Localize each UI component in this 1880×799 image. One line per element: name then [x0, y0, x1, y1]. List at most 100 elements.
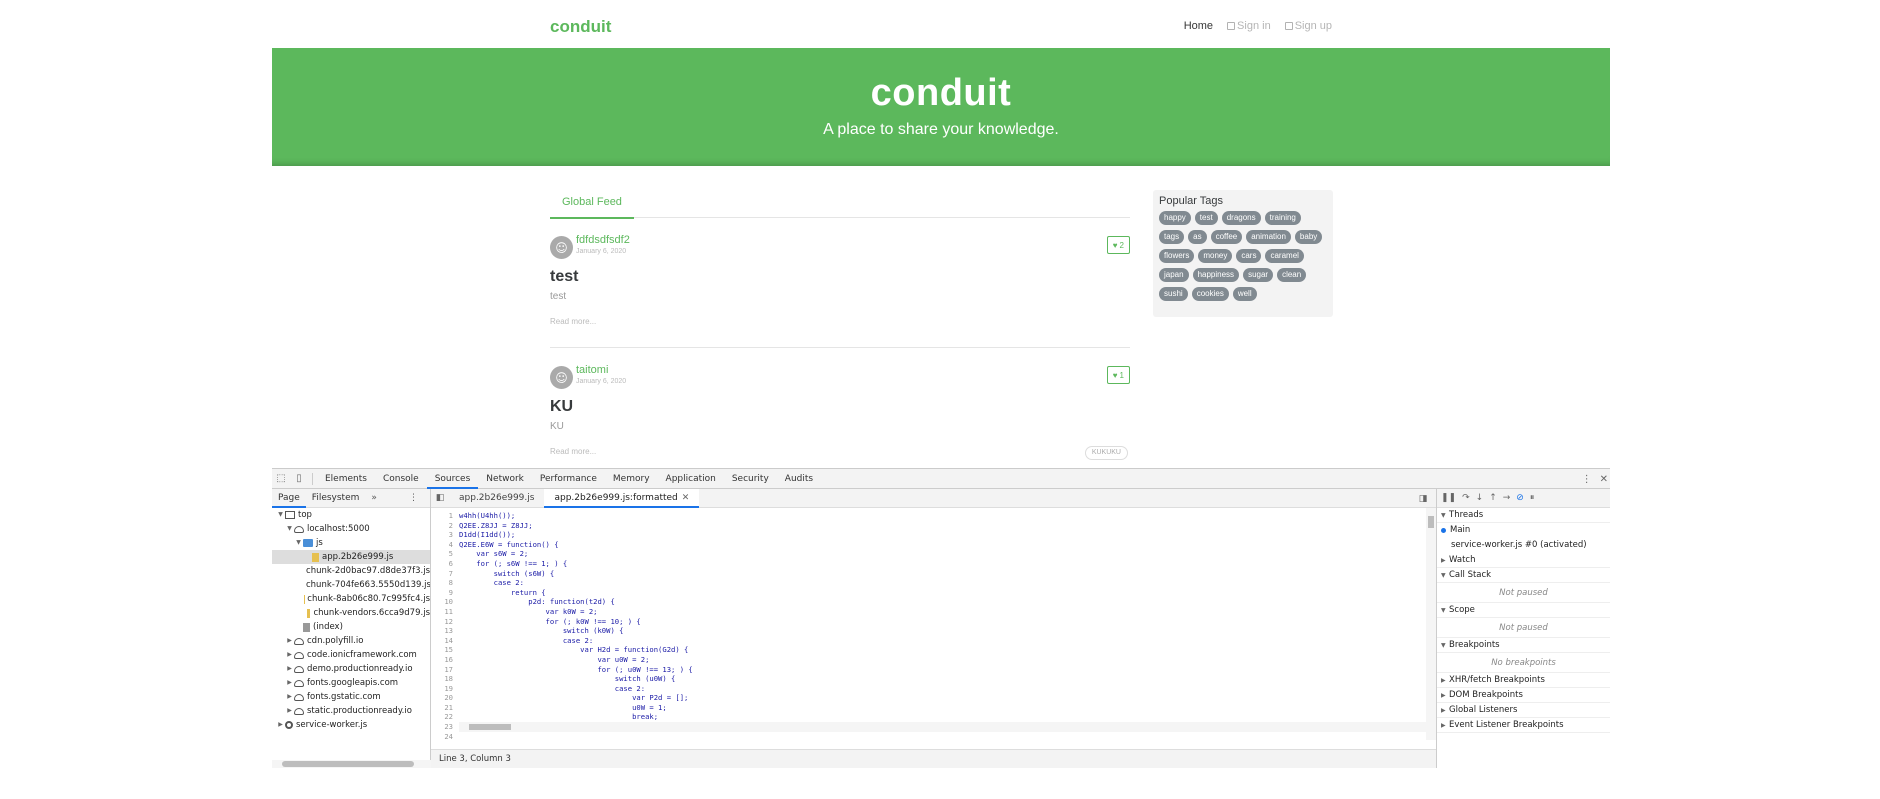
section-breakpoints[interactable]: ▼ Breakpoints — [1437, 638, 1610, 653]
tree-item[interactable]: chunk-vendors.6cca9d79.js — [272, 606, 430, 620]
tab-audits[interactable]: Audits — [777, 469, 821, 489]
collapsed-arrow-icon[interactable]: ▶ — [276, 718, 285, 732]
tag-pill[interactable]: money — [1198, 249, 1233, 263]
tag-pill[interactable]: training — [1264, 211, 1301, 225]
step-out-icon[interactable]: ↑ — [1489, 493, 1497, 503]
collapsed-arrow-icon[interactable]: ▶ — [285, 676, 294, 690]
tab-security[interactable]: Security — [724, 469, 777, 489]
tab-filesystem[interactable]: Filesystem — [306, 489, 366, 508]
inspect-element-icon[interactable]: ⬚ — [272, 469, 290, 489]
tag-pill[interactable]: dragons — [1221, 211, 1261, 225]
toggle-debugger-icon[interactable]: ◨ — [1414, 489, 1432, 508]
collapsed-arrow-icon[interactable]: ▶ — [285, 704, 294, 718]
section-threads[interactable]: ▼ Threads — [1437, 508, 1610, 523]
pause-on-exceptions-icon[interactable]: ⏸ — [1530, 493, 1535, 503]
toggle-navigator-icon[interactable]: ◧ — [431, 489, 449, 508]
tab-performance[interactable]: Performance — [532, 469, 605, 489]
tree-item[interactable]: ▶ fonts.googleapis.com — [272, 676, 430, 690]
favorite-button[interactable]: ♥ 2 — [1106, 236, 1130, 254]
tab-sources[interactable]: Sources — [426, 469, 479, 489]
device-toolbar-icon[interactable]: ▯ — [290, 469, 308, 489]
collapsed-arrow-icon[interactable]: ▶ — [285, 648, 294, 662]
tag-pill[interactable]: clean — [1277, 268, 1307, 282]
section-xhr-fetch-breakpoints[interactable]: ▶ XHR/fetch Breakpoints — [1437, 673, 1610, 688]
read-more-link[interactable]: Read more... — [550, 317, 596, 326]
tree-item[interactable]: ▶ service-worker.js — [272, 718, 430, 732]
tree-item[interactable]: ▼ localhost:5000 — [272, 522, 430, 536]
brand-logo[interactable]: conduit — [550, 17, 611, 37]
expanded-arrow-icon[interactable]: ▼ — [276, 508, 285, 522]
nav-sign-up[interactable]: Sign up — [1284, 20, 1332, 32]
tree-item[interactable]: ▼ top — [272, 508, 430, 522]
collapsed-arrow-icon[interactable]: ▶ — [285, 662, 294, 676]
code-vertical-scrollbar[interactable] — [1426, 508, 1436, 740]
editor-tab[interactable]: app.2b26e999.js — [449, 489, 544, 508]
tag-pill[interactable]: happiness — [1192, 268, 1240, 282]
tab-page[interactable]: Page — [272, 489, 306, 508]
tree-item[interactable]: ▶ cdn.polyfill.io — [272, 634, 430, 648]
tab-elements[interactable]: Elements — [317, 469, 375, 489]
article-title[interactable]: KU — [550, 398, 573, 416]
tag-pill[interactable]: tags — [1159, 230, 1185, 244]
section-dom-breakpoints[interactable]: ▶ DOM Breakpoints — [1437, 688, 1610, 703]
section-event-listener-breakpoints[interactable]: ▶ Event Listener Breakpoints — [1437, 718, 1610, 733]
tree-item[interactable]: ▶ demo.productionready.io — [272, 662, 430, 676]
scrollbar-thumb[interactable] — [469, 724, 511, 730]
tag-pill[interactable]: happy — [1159, 211, 1191, 225]
tag-pill[interactable]: caramel — [1265, 249, 1304, 263]
step-into-icon[interactable]: ↓ — [1476, 493, 1484, 503]
tab-console[interactable]: Console — [375, 469, 427, 489]
article-author[interactable]: fdfdsdfsdf2 — [576, 234, 630, 246]
code-horizontal-scrollbar[interactable] — [459, 722, 1426, 732]
editor-tab-active[interactable]: app.2b26e999.js:formatted ✕ — [544, 488, 700, 508]
tree-item[interactable]: (index) — [272, 620, 430, 634]
collapsed-arrow-icon[interactable]: ▶ — [285, 634, 294, 648]
tree-item[interactable]: app.2b26e999.js — [272, 550, 430, 564]
expanded-arrow-icon[interactable]: ▼ — [285, 522, 294, 536]
tab-global-feed[interactable]: Global Feed — [550, 190, 634, 219]
tab-network[interactable]: Network — [478, 469, 532, 489]
scrollbar-thumb[interactable] — [282, 761, 414, 767]
tree-item[interactable]: chunk-8ab06c80.7c995fc4.js — [272, 592, 430, 606]
avatar[interactable]: ☺ — [550, 236, 573, 259]
favorite-button[interactable]: ♥ 1 — [1106, 366, 1130, 384]
more-tabs-icon[interactable]: » — [365, 489, 383, 508]
code-lines[interactable]: w4hh(U4hh()); Q2EE.Z8JJ = Z8JJ; D1dd(I1dd(… — [459, 511, 693, 740]
step-over-icon[interactable]: ↷ — [1462, 493, 1470, 503]
tag-pill[interactable]: sugar — [1243, 268, 1274, 282]
tree-item[interactable]: chunk-704fe663.5550d139.js — [272, 578, 430, 592]
close-icon[interactable]: ✕ — [1600, 474, 1608, 485]
scrollbar-thumb[interactable] — [1428, 516, 1434, 528]
tag-pill[interactable]: cookies — [1191, 287, 1229, 301]
section-call-stack[interactable]: ▼ Call Stack — [1437, 568, 1610, 583]
tree-item[interactable]: ▶ code.ionicframework.com — [272, 648, 430, 662]
tree-item[interactable]: chunk-2d0bac97.d8de37f3.js — [272, 564, 430, 578]
tree-item[interactable]: ▶ fonts.gstatic.com — [272, 690, 430, 704]
tag-pill[interactable]: japan — [1159, 268, 1189, 282]
thread-item[interactable]: service-worker.js #0 (activated) — [1437, 538, 1610, 553]
tag-pill[interactable]: sushi — [1159, 287, 1188, 301]
collapsed-arrow-icon[interactable]: ▶ — [285, 690, 294, 704]
avatar[interactable]: ☺ — [550, 366, 573, 389]
tree-item[interactable]: ▶ static.productionready.io — [272, 704, 430, 718]
tag-pill[interactable]: flowers — [1159, 249, 1195, 263]
tag-pill[interactable]: baby — [1294, 230, 1323, 244]
pause-icon[interactable]: ❚❚ — [1441, 493, 1456, 503]
article-tag[interactable]: KUKUKU — [1084, 446, 1128, 460]
tag-pill[interactable]: coffee — [1210, 230, 1243, 244]
code-area[interactable]: 1234567891011121314151617181920212223242… — [431, 508, 1436, 740]
more-options-icon[interactable]: ⋮ — [1582, 474, 1592, 485]
step-icon[interactable]: → — [1503, 493, 1511, 503]
tag-pill[interactable]: cars — [1236, 249, 1262, 263]
tag-pill[interactable]: as — [1188, 230, 1207, 244]
thread-item[interactable]: Main — [1437, 523, 1610, 538]
deactivate-breakpoints-icon[interactable]: ⊘ — [1516, 493, 1524, 503]
section-watch[interactable]: ▶ Watch — [1437, 553, 1610, 568]
tree-item[interactable]: ▼ js — [272, 536, 430, 550]
article-title[interactable]: test — [550, 268, 578, 286]
tag-pill[interactable]: animation — [1246, 230, 1291, 244]
article-author[interactable]: taitomi — [576, 364, 608, 376]
close-tab-icon[interactable]: ✕ — [682, 493, 690, 503]
nav-home[interactable]: Home — [1184, 20, 1213, 32]
navigator-menu-icon[interactable]: ⋮ — [403, 489, 424, 508]
